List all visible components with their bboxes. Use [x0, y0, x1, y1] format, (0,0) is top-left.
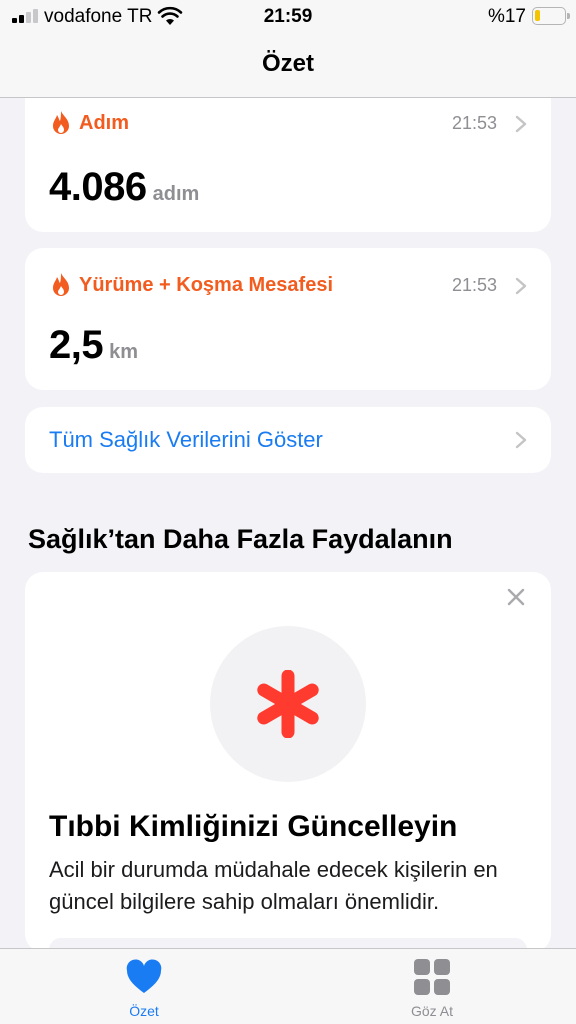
show-all-health-data-label: Tüm Sağlık Verilerini Göster: [49, 427, 323, 452]
promo-description: Acil bir durumda müdahale edecek kişiler…: [49, 857, 498, 914]
battery-icon: [532, 7, 570, 25]
section-title: Sağlık’tan Daha Fazla Faydalanın: [28, 524, 453, 554]
heart-icon: [126, 959, 162, 993]
card-value: 2,5: [49, 323, 104, 367]
card-title: Adım: [79, 112, 129, 134]
card-timestamp: 21:53: [451, 113, 497, 133]
grid-icon: [414, 959, 450, 995]
tab-summary[interactable]: Özet: [84, 957, 204, 1019]
close-icon[interactable]: [507, 588, 525, 606]
show-all-health-data-button[interactable]: Tüm Sağlık Verilerini Göster: [25, 407, 551, 473]
card-unit: adım: [152, 183, 200, 205]
tab-label: Göz At: [410, 1003, 454, 1019]
card-value-row: 2,5 km: [49, 323, 138, 368]
tab-browse[interactable]: Göz At: [372, 957, 492, 1019]
card-header: Adım 21:53: [51, 110, 527, 138]
chevron-right-icon: [515, 277, 527, 295]
tab-bar: Özet Göz At: [0, 948, 576, 1024]
battery-percentage: %17: [487, 6, 526, 27]
promo-title: Tıbbi Kimliğinizi Güncelleyin: [49, 810, 458, 843]
medical-id-promo-card[interactable]: Tıbbi Kimliğinizi Güncelleyin Acil bir d…: [25, 572, 551, 978]
chevron-right-icon: [515, 115, 527, 133]
card-header: Yürüme + Koşma Mesafesi 21:53: [51, 272, 527, 300]
card-value-row: 4.086 adım: [49, 165, 199, 210]
flame-icon: [53, 273, 69, 296]
battery-level: [535, 10, 540, 21]
card-unit: km: [109, 341, 139, 363]
card-timestamp: 21:53: [451, 275, 497, 295]
page-title: Özet: [261, 50, 314, 77]
top-bar: vodafone TR 21:59 %17 Özet: [0, 0, 576, 98]
flame-icon: [53, 111, 69, 134]
medical-asterisk-icon: [257, 670, 319, 738]
tab-label: Özet: [129, 1003, 159, 1019]
walking-running-distance-card[interactable]: Yürüme + Koşma Mesafesi 21:53 2,5 km: [25, 248, 551, 390]
chevron-right-icon: [515, 431, 527, 449]
medical-id-badge: [210, 626, 366, 782]
card-value: 4.086: [49, 165, 147, 209]
status-bar: vodafone TR 21:59 %17: [0, 0, 576, 34]
card-title: Yürüme + Koşma Mesafesi: [79, 274, 333, 296]
